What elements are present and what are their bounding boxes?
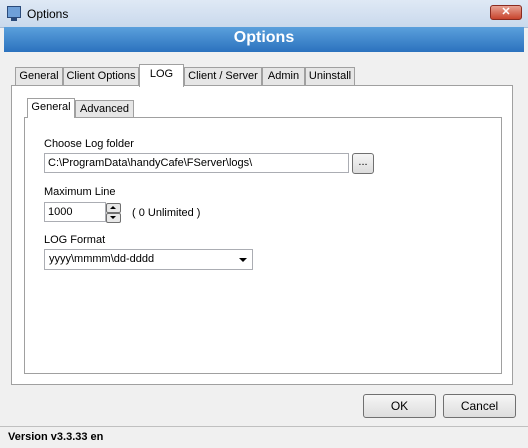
window-title: Options bbox=[27, 7, 69, 21]
browse-folder-button[interactable]: ... bbox=[352, 153, 374, 174]
dropdown-arrow-icon bbox=[239, 258, 247, 262]
tab-client-options[interactable]: Client Options bbox=[63, 67, 139, 85]
tab-admin[interactable]: Admin bbox=[262, 67, 305, 85]
close-button[interactable]: ✕ bbox=[490, 5, 522, 20]
cancel-button[interactable]: Cancel bbox=[443, 394, 516, 418]
close-icon: ✕ bbox=[501, 6, 511, 18]
version-label: Version v3.3.33 en bbox=[8, 431, 104, 443]
header-banner: Options bbox=[4, 27, 524, 52]
max-line-label: Maximum Line bbox=[44, 186, 116, 198]
tab-uninstall[interactable]: Uninstall bbox=[305, 67, 355, 85]
log-folder-input[interactable]: C:\ProgramData\handyCafe\FServer\logs\ bbox=[44, 153, 349, 173]
log-format-label: LOG Format bbox=[44, 234, 106, 246]
max-line-input[interactable]: 1000 bbox=[44, 202, 106, 222]
spin-up-icon[interactable] bbox=[106, 203, 121, 213]
ok-button[interactable]: OK bbox=[363, 394, 436, 418]
subtab-advanced[interactable]: Advanced bbox=[75, 100, 134, 117]
app-icon bbox=[7, 6, 21, 21]
subtab-general[interactable]: General bbox=[27, 98, 75, 118]
tab-log[interactable]: LOG bbox=[139, 64, 184, 87]
log-folder-label: Choose Log folder bbox=[44, 138, 134, 150]
max-line-stepper[interactable] bbox=[106, 203, 121, 223]
spin-down-icon[interactable] bbox=[106, 213, 121, 223]
max-line-hint: ( 0 Unlimited ) bbox=[132, 207, 201, 219]
banner-title: Options bbox=[233, 29, 295, 46]
status-bar: Version v3.3.33 en bbox=[0, 426, 528, 448]
tab-general[interactable]: General bbox=[15, 67, 63, 85]
title-bar: Options ✕ bbox=[0, 0, 528, 28]
tab-client-server[interactable]: Client / Server bbox=[184, 67, 262, 85]
log-format-select[interactable]: yyyy\mmmm\dd-dddd bbox=[44, 249, 253, 270]
log-format-value: yyyy\mmmm\dd-dddd bbox=[49, 253, 155, 265]
